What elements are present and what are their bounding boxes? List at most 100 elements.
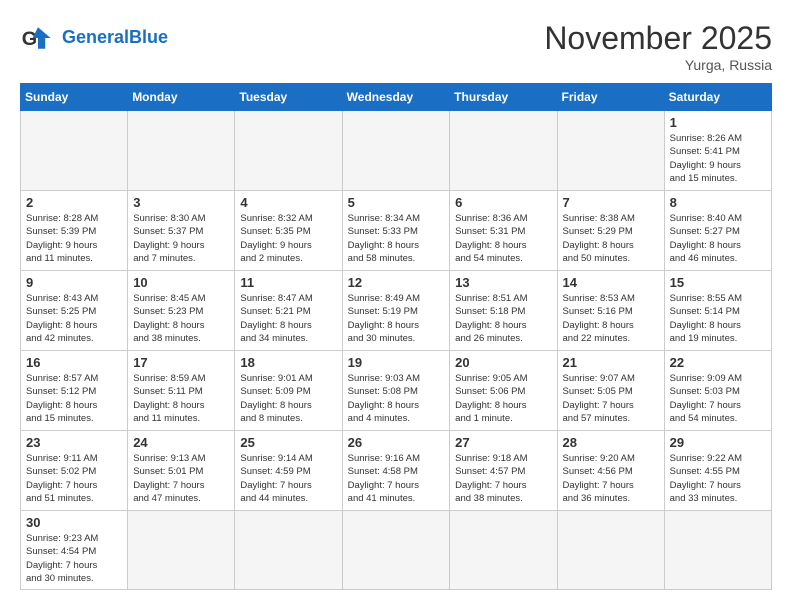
day-info: Sunrise: 8:38 AM Sunset: 5:29 PM Dayligh…: [563, 212, 659, 265]
day-number: 10: [133, 275, 229, 290]
calendar-cell: 15 Sunrise: 8:55 AM Sunset: 5:14 PM Dayli…: [664, 271, 771, 351]
day-number: 14: [563, 275, 659, 290]
calendar-cell: 14 Sunrise: 8:53 AM Sunset: 5:16 PM Dayli…: [557, 271, 664, 351]
day-number: 17: [133, 355, 229, 370]
calendar-cell: 11 Sunrise: 8:47 AM Sunset: 5:21 PM Dayli…: [235, 271, 342, 351]
location: Yurga, Russia: [544, 57, 772, 73]
day-number: 2: [26, 195, 122, 210]
day-number: 8: [670, 195, 766, 210]
calendar-cell: 25 Sunrise: 9:14 AM Sunset: 4:59 PM Dayli…: [235, 431, 342, 511]
weekday-tuesday: Tuesday: [235, 84, 342, 111]
title-block: November 2025 Yurga, Russia: [544, 20, 772, 73]
day-info: Sunrise: 8:34 AM Sunset: 5:33 PM Dayligh…: [348, 212, 445, 265]
calendar-cell: 18Sunrise: 9:01 AM Sunset: 5:09 PM Dayli…: [235, 351, 342, 431]
day-number: 30: [26, 515, 122, 530]
day-info: Sunrise: 8:55 AM Sunset: 5:14 PM Dayligh…: [670, 292, 766, 345]
day-info: Sunrise: 9:23 AM Sunset: 4:54 PM Dayligh…: [26, 532, 122, 585]
month-title: November 2025: [544, 20, 772, 57]
calendar-cell: 2 Sunrise: 8:28 AM Sunset: 5:39 PM Daylig…: [21, 191, 128, 271]
logo-icon: G: [20, 20, 56, 56]
day-info: Sunrise: 9:07 AM Sunset: 5:05 PM Dayligh…: [563, 372, 659, 425]
day-info: Sunrise: 8:47 AM Sunset: 5:21 PM Dayligh…: [240, 292, 336, 345]
calendar-cell: 5Sunrise: 8:34 AM Sunset: 5:33 PM Daylig…: [342, 191, 450, 271]
day-info: Sunrise: 8:57 AM Sunset: 5:12 PM Dayligh…: [26, 372, 122, 425]
calendar-cell: 28 Sunrise: 9:20 AM Sunset: 4:56 PM Dayli…: [557, 431, 664, 511]
day-info: Sunrise: 8:32 AM Sunset: 5:35 PM Dayligh…: [240, 212, 336, 265]
calendar-cell: [450, 511, 557, 590]
calendar-cell: 16 Sunrise: 8:57 AM Sunset: 5:12 PM Dayli…: [21, 351, 128, 431]
calendar-cell: [557, 111, 664, 191]
day-info: Sunrise: 9:05 AM Sunset: 5:06 PM Dayligh…: [455, 372, 551, 425]
page-header: G GeneralBlue November 2025 Yurga, Russi…: [20, 20, 772, 73]
calendar-cell: [342, 111, 450, 191]
calendar-cell: 27 Sunrise: 9:18 AM Sunset: 4:57 PM Dayli…: [450, 431, 557, 511]
calendar-cell: 30 Sunrise: 9:23 AM Sunset: 4:54 PM Dayli…: [21, 511, 128, 590]
calendar-cell: 24 Sunrise: 9:13 AM Sunset: 5:01 PM Dayli…: [128, 431, 235, 511]
day-number: 22: [670, 355, 766, 370]
day-info: Sunrise: 9:09 AM Sunset: 5:03 PM Dayligh…: [670, 372, 766, 425]
day-number: 4: [240, 195, 336, 210]
weekday-friday: Friday: [557, 84, 664, 111]
day-info: Sunrise: 8:59 AM Sunset: 5:11 PM Dayligh…: [133, 372, 229, 425]
day-number: 25: [240, 435, 336, 450]
day-info: Sunrise: 9:01 AM Sunset: 5:09 PM Dayligh…: [240, 372, 336, 425]
calendar-cell: 13Sunrise: 8:51 AM Sunset: 5:18 PM Dayli…: [450, 271, 557, 351]
day-info: Sunrise: 9:13 AM Sunset: 5:01 PM Dayligh…: [133, 452, 229, 505]
day-number: 9: [26, 275, 122, 290]
day-info: Sunrise: 8:49 AM Sunset: 5:19 PM Dayligh…: [348, 292, 445, 345]
calendar-row: 30 Sunrise: 9:23 AM Sunset: 4:54 PM Dayli…: [21, 511, 772, 590]
svg-text:G: G: [22, 28, 37, 50]
calendar-cell: [557, 511, 664, 590]
logo: G GeneralBlue: [20, 20, 168, 56]
day-number: 29: [670, 435, 766, 450]
day-number: 3: [133, 195, 229, 210]
day-number: 7: [563, 195, 659, 210]
calendar-cell: [21, 111, 128, 191]
weekday-monday: Monday: [128, 84, 235, 111]
calendar-cell: 22 Sunrise: 9:09 AM Sunset: 5:03 PM Dayli…: [664, 351, 771, 431]
logo-blue: Blue: [129, 27, 168, 47]
calendar-cell: 20 Sunrise: 9:05 AM Sunset: 5:06 PM Dayli…: [450, 351, 557, 431]
day-info: Sunrise: 9:11 AM Sunset: 5:02 PM Dayligh…: [26, 452, 122, 505]
day-number: 19: [348, 355, 445, 370]
day-number: 20: [455, 355, 551, 370]
day-number: 1: [670, 115, 766, 130]
calendar-row: 2 Sunrise: 8:28 AM Sunset: 5:39 PM Daylig…: [21, 191, 772, 271]
day-info: Sunrise: 9:20 AM Sunset: 4:56 PM Dayligh…: [563, 452, 659, 505]
day-info: Sunrise: 9:16 AM Sunset: 4:58 PM Dayligh…: [348, 452, 445, 505]
calendar-cell: 23 Sunrise: 9:11 AM Sunset: 5:02 PM Dayli…: [21, 431, 128, 511]
day-info: Sunrise: 9:14 AM Sunset: 4:59 PM Dayligh…: [240, 452, 336, 505]
calendar-row: 1 Sunrise: 8:26 AM Sunset: 5:41 PM Daylig…: [21, 111, 772, 191]
calendar-cell: 26Sunrise: 9:16 AM Sunset: 4:58 PM Dayli…: [342, 431, 450, 511]
day-number: 24: [133, 435, 229, 450]
day-number: 23: [26, 435, 122, 450]
day-info: Sunrise: 9:18 AM Sunset: 4:57 PM Dayligh…: [455, 452, 551, 505]
calendar-cell: 6Sunrise: 8:36 AM Sunset: 5:31 PM Daylig…: [450, 191, 557, 271]
weekday-wednesday: Wednesday: [342, 84, 450, 111]
day-number: 11: [240, 275, 336, 290]
day-number: 6: [455, 195, 551, 210]
day-info: Sunrise: 8:43 AM Sunset: 5:25 PM Dayligh…: [26, 292, 122, 345]
calendar-cell: [235, 111, 342, 191]
day-info: Sunrise: 8:28 AM Sunset: 5:39 PM Dayligh…: [26, 212, 122, 265]
calendar: SundayMondayTuesdayWednesdayThursdayFrid…: [20, 83, 772, 590]
day-number: 27: [455, 435, 551, 450]
day-number: 28: [563, 435, 659, 450]
calendar-cell: 9 Sunrise: 8:43 AM Sunset: 5:25 PM Daylig…: [21, 271, 128, 351]
day-info: Sunrise: 8:26 AM Sunset: 5:41 PM Dayligh…: [670, 132, 766, 185]
day-number: 16: [26, 355, 122, 370]
day-number: 13: [455, 275, 551, 290]
calendar-cell: 17 Sunrise: 8:59 AM Sunset: 5:11 PM Dayli…: [128, 351, 235, 431]
day-info: Sunrise: 8:53 AM Sunset: 5:16 PM Dayligh…: [563, 292, 659, 345]
day-number: 21: [563, 355, 659, 370]
calendar-cell: 29 Sunrise: 9:22 AM Sunset: 4:55 PM Dayli…: [664, 431, 771, 511]
calendar-cell: [235, 511, 342, 590]
calendar-cell: 3Sunrise: 8:30 AM Sunset: 5:37 PM Daylig…: [128, 191, 235, 271]
calendar-cell: 12Sunrise: 8:49 AM Sunset: 5:19 PM Dayli…: [342, 271, 450, 351]
day-info: Sunrise: 8:40 AM Sunset: 5:27 PM Dayligh…: [670, 212, 766, 265]
calendar-cell: [664, 511, 771, 590]
calendar-row: 16 Sunrise: 8:57 AM Sunset: 5:12 PM Dayli…: [21, 351, 772, 431]
calendar-cell: 4 Sunrise: 8:32 AM Sunset: 5:35 PM Daylig…: [235, 191, 342, 271]
day-info: Sunrise: 9:22 AM Sunset: 4:55 PM Dayligh…: [670, 452, 766, 505]
day-number: 15: [670, 275, 766, 290]
